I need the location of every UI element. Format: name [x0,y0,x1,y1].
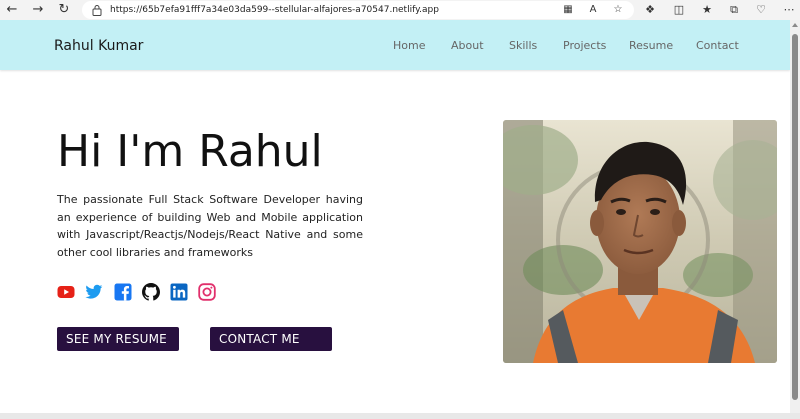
nav-link-projects[interactable]: Projects [563,39,606,53]
browser-essentials-icon[interactable]: ♡ [754,3,768,17]
app-available-icon[interactable]: ▦ [562,4,574,16]
vertical-scrollbar[interactable] [790,20,800,413]
linkedin-icon[interactable] [170,283,188,301]
hero-description: The passionate Full Stack Software Devel… [57,193,363,259]
browser-toolbar: ← → ↻ https://65b7efa91fff7a34e03da599--… [0,0,800,20]
github-icon[interactable] [142,283,160,301]
scroll-thumb[interactable] [792,34,798,400]
instagram-icon[interactable] [198,283,216,301]
lock-icon[interactable] [92,4,102,16]
brand-name[interactable]: Rahul Kumar [54,37,143,55]
favorite-star-icon[interactable]: ☆ [612,4,624,16]
profile-photo [503,120,777,363]
see-resume-button[interactable]: SEE MY RESUME [57,327,179,351]
forward-icon[interactable]: → [30,2,46,18]
collections-icon[interactable]: ⧉ [727,3,741,17]
extensions-icon[interactable]: ❖ [643,3,657,17]
twitter-icon[interactable] [85,283,103,301]
hero-title: Hi I'm Rahul [57,126,323,177]
read-aloud-icon[interactable]: A [587,4,599,16]
nav-link-contact[interactable]: Contact [696,39,739,53]
split-screen-icon[interactable]: ◫ [672,3,686,17]
youtube-icon[interactable] [57,283,75,301]
favorites-icon[interactable]: ★ [700,3,714,17]
scroll-up-arrow-icon[interactable] [792,23,798,27]
bottom-bar [0,413,800,419]
nav-link-about[interactable]: About [451,39,484,53]
nav-link-home[interactable]: Home [393,39,425,53]
nav-link-skills[interactable]: Skills [509,39,537,53]
profile-photo-illustration [503,120,777,363]
site-navbar: Rahul Kumar Home About Skills Projects R… [0,20,790,70]
facebook-icon[interactable] [114,283,132,301]
address-bar[interactable]: https://65b7efa91fff7a34e03da599--stellu… [82,1,634,19]
contact-me-button[interactable]: CONTACT ME [210,327,332,351]
url-text[interactable]: https://65b7efa91fff7a34e03da599--stellu… [110,3,439,17]
nav-link-resume[interactable]: Resume [629,39,673,53]
reload-icon[interactable]: ↻ [56,2,72,18]
back-icon[interactable]: ← [4,2,20,18]
more-menu-icon[interactable]: ⋯ [782,3,796,17]
page-viewport: Rahul Kumar Home About Skills Projects R… [0,20,790,413]
